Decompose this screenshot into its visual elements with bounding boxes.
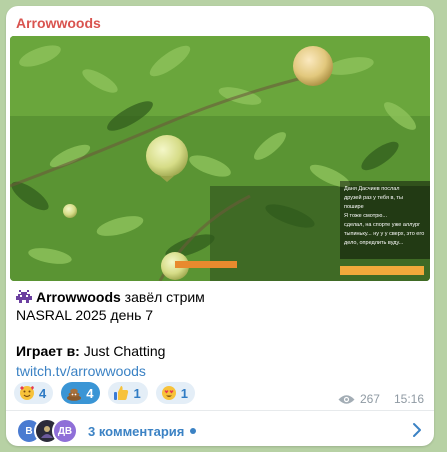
post-meta: 267 15:16 [338,392,424,406]
channel-post-message: Arrowwoods Даня Дасчиев послал друзей ра… [6,6,434,446]
reaction-count: 1 [133,385,141,401]
smiling-face-with-hearts-icon [20,386,34,400]
stream-preview-image[interactable]: Даня Дасчиев послал друзей раз у тебя в,… [10,36,430,281]
commenter-avatars: В ДВ [16,418,78,444]
eye-icon [338,394,355,404]
post-text: Arrowwoods завёл стрим NASRAL 2025 день … [16,288,424,380]
stream-chat-line: тыпиньку... ну у у сверх, это его [344,231,424,237]
reaction-pile-of-poo[interactable]: 4 [61,382,101,404]
reaction-heart-eyes[interactable]: 1 [155,382,195,404]
playing-value: Just Chatting [83,343,166,359]
pomegranate-tree-photo: Даня Дасчиев послал друзей раз у тебя в,… [10,36,430,281]
reaction-count: 4 [39,385,47,401]
stream-chat-line: друзей раз у тебя в, ты [344,194,403,201]
divider [6,410,434,411]
twitch-link[interactable]: twitch.tv/arrowwoods [16,363,146,379]
channel-name[interactable]: Arrowwoods [16,15,101,31]
reaction-count: 1 [180,385,188,401]
comments-label[interactable]: 3 комментария [88,424,184,439]
reaction-thumbs-up[interactable]: 1 [108,382,148,404]
playing-label: Играет в: [16,343,80,359]
reaction-count: 4 [86,385,94,401]
comments-button[interactable]: В ДВ 3 комментария [16,418,424,444]
reaction-smiling-face-with-hearts[interactable]: 4 [14,382,54,404]
stream-chat-line: Я тоже смотрю... [344,213,387,219]
stream-title: NASRAL 2025 день 7 [16,307,154,323]
post-author: Arrowwoods [36,289,121,305]
unread-dot [190,428,197,434]
chevron-right-icon[interactable] [412,422,422,438]
avatar: ДВ [52,418,78,444]
stream-progress-bar [175,261,237,268]
pile-of-poo-icon [67,388,82,401]
views-count: 267 [359,392,380,406]
stream-chat-line: сделал, на спорте уже аллург [344,222,420,228]
stream-chat-line: дело, опредлить вуду... [344,240,404,246]
stream-chat-line: Даня Дасчиев послал [344,186,400,192]
reactions-bar: 4 4 1 1 [14,382,195,404]
post-time: 15:16 [393,392,424,406]
alien-monster-icon [16,290,32,303]
thumbs-up-icon [114,386,129,400]
stream-chat-line: пошире [344,204,364,210]
post-action: завёл стрим [124,289,205,305]
heart-eyes-icon [161,386,176,400]
